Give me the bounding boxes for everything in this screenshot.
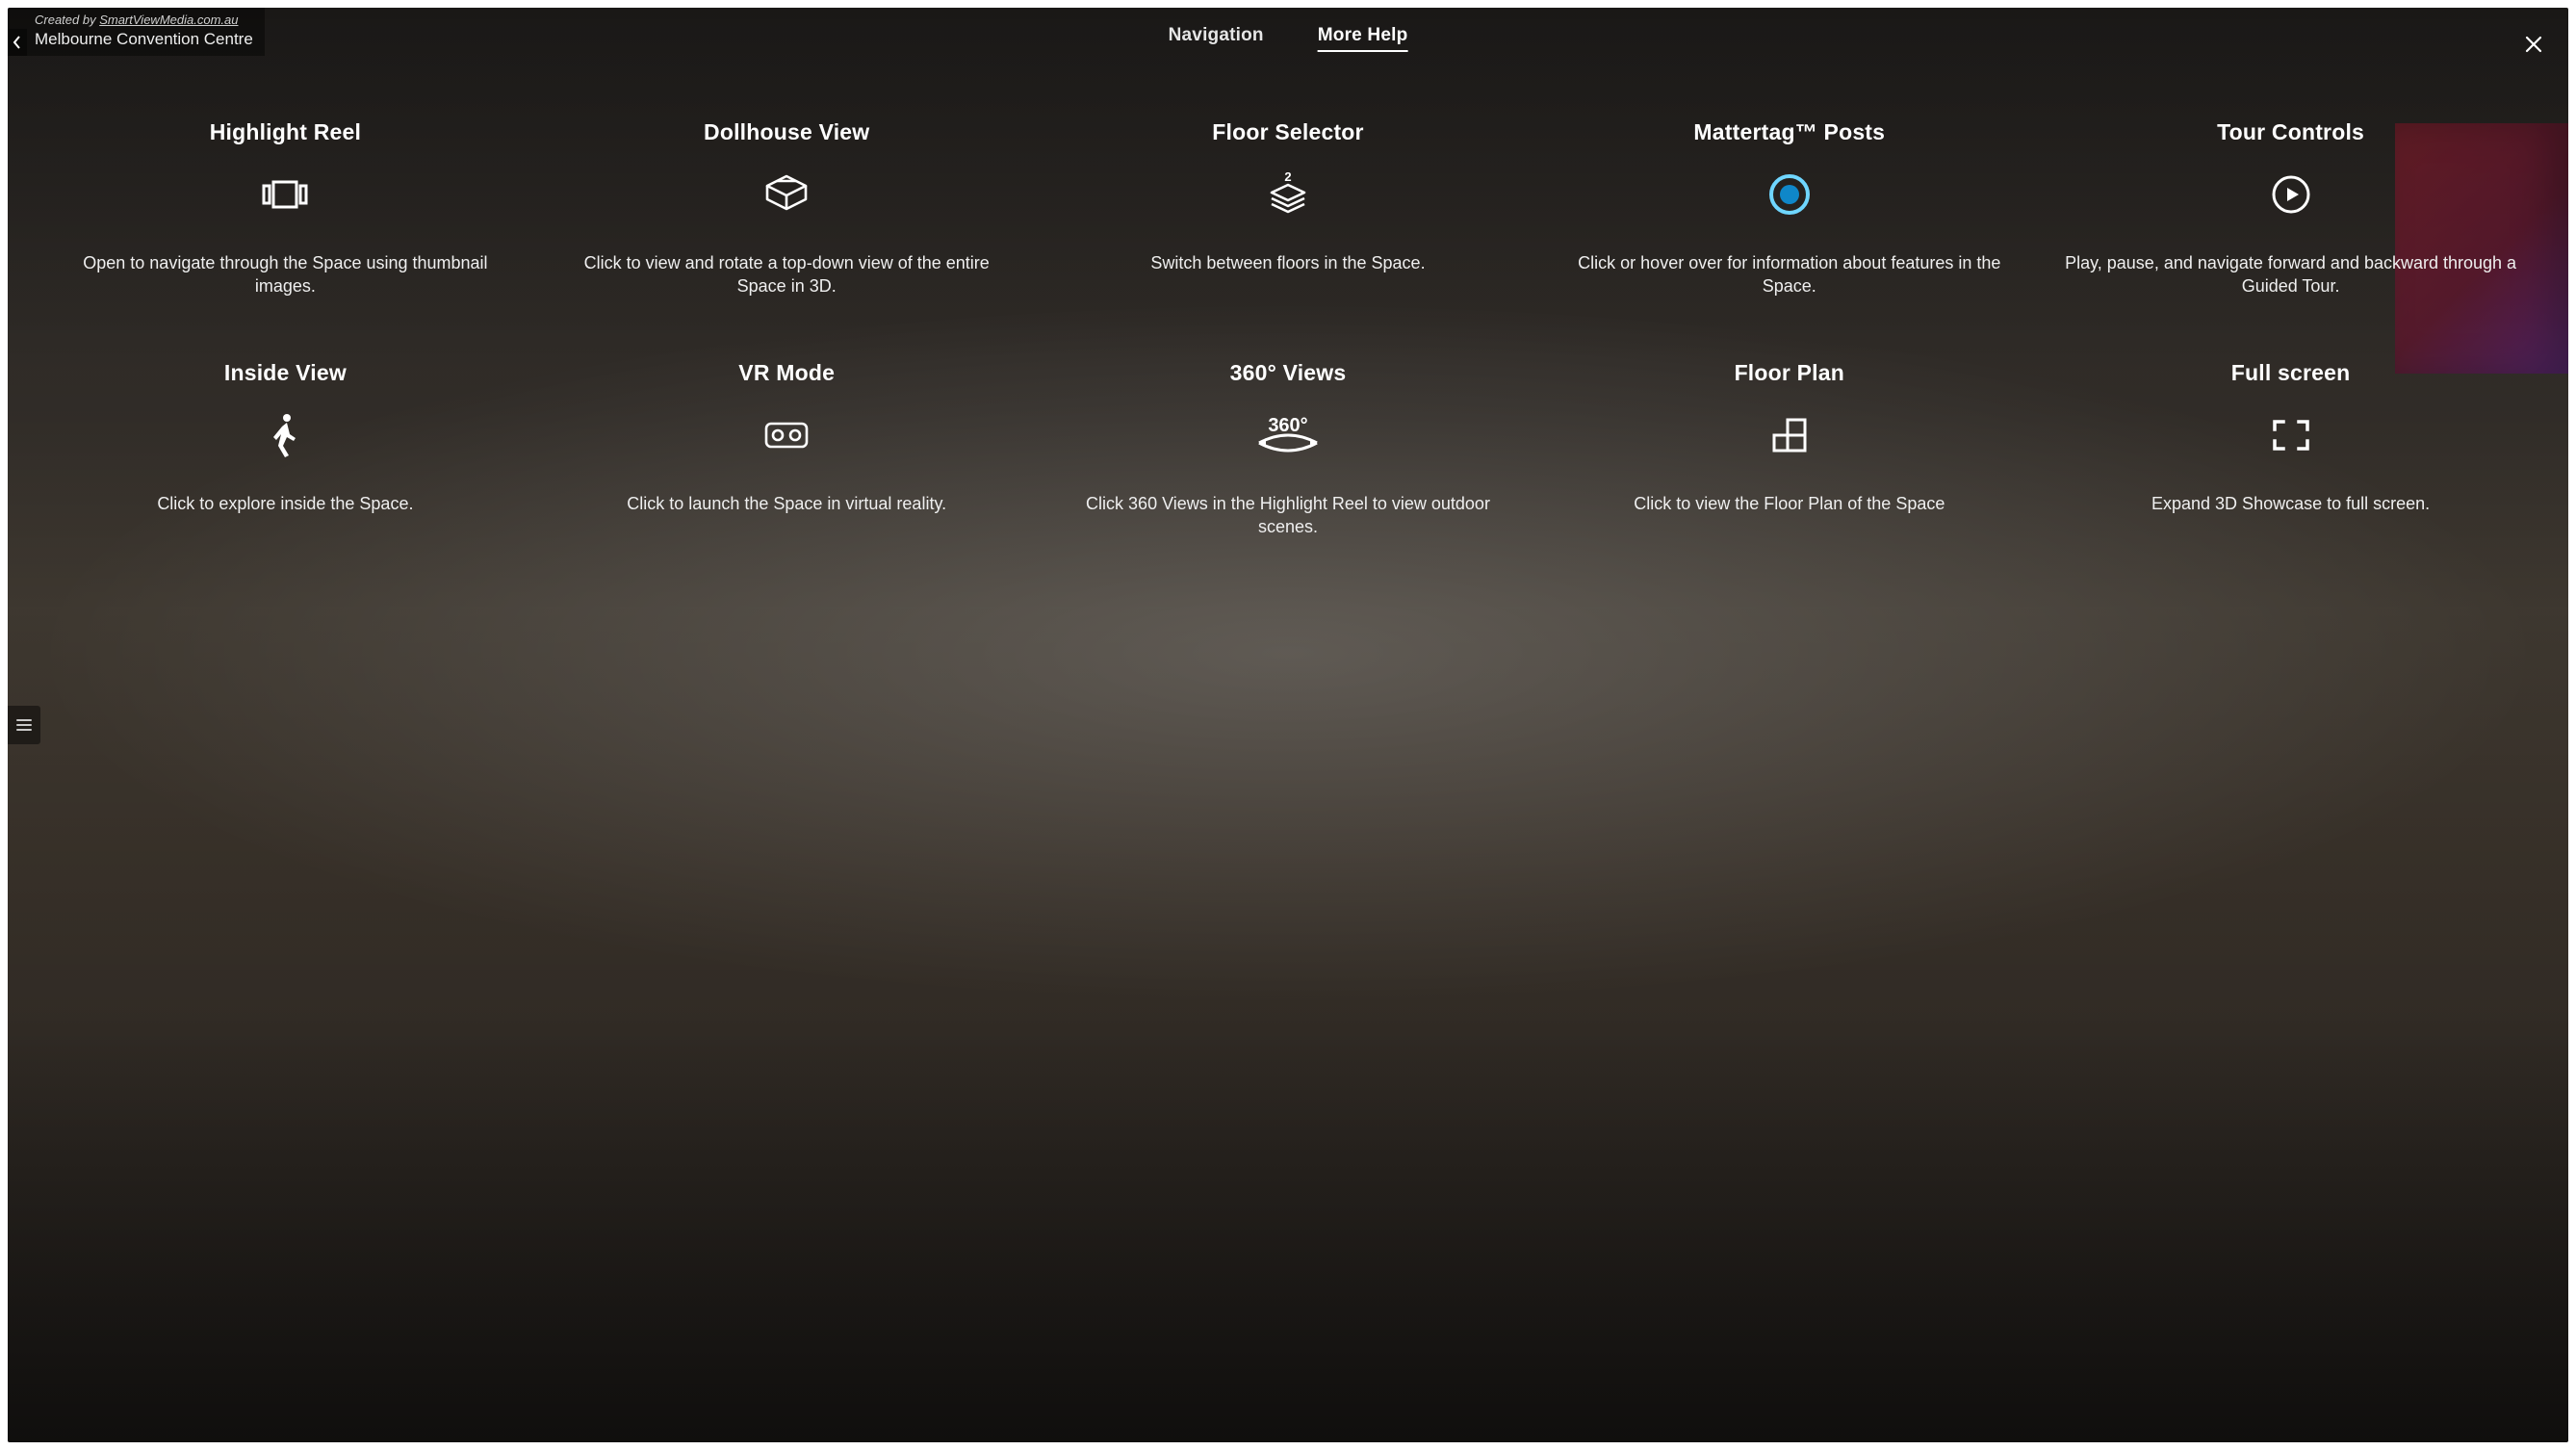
card-full-screen: Full screen Expand 3D Showcase to full s… — [2051, 352, 2530, 547]
back-button[interactable] — [8, 29, 27, 56]
card-mattertag-posts: Mattertag™ Posts Click or hover over for… — [1550, 112, 2028, 306]
panel-toggle-button[interactable] — [8, 706, 40, 744]
help-tabs: Navigation More Help — [1169, 25, 1408, 52]
card-floor-selector: Floor Selector 2 Switch between floors i… — [1049, 112, 1528, 306]
svg-text:2: 2 — [1284, 171, 1291, 184]
card-desc: Switch between floors in the Space. — [1053, 251, 1524, 274]
card-desc: Play, pause, and navigate forward and ba… — [2055, 251, 2526, 298]
card-desc: Click to launch the Space in virtual rea… — [552, 492, 1022, 515]
mattertag-icon — [1554, 167, 2024, 222]
floor-plan-icon — [1554, 407, 2024, 463]
space-title: Melbourne Convention Centre — [35, 29, 253, 51]
card-floor-plan: Floor Plan Click to view the Floor Plan … — [1550, 352, 2028, 547]
close-button[interactable] — [2520, 31, 2547, 58]
card-desc: Click to view the Floor Plan of the Spac… — [1554, 492, 2024, 515]
card-title: Full screen — [2055, 360, 2526, 386]
card-desc: Click 360 Views in the Highlight Reel to… — [1053, 492, 1524, 539]
card-title: Dollhouse View — [552, 119, 1022, 145]
card-tour-controls: Tour Controls Play, pause, and navigate … — [2051, 112, 2530, 306]
walking-person-icon — [50, 407, 521, 463]
card-title: Floor Selector — [1053, 119, 1524, 145]
card-title: Tour Controls — [2055, 119, 2526, 145]
credit-prefix: Created by — [35, 13, 99, 27]
credit-link[interactable]: SmartViewMedia.com.au — [99, 13, 238, 27]
credit-line: Created by SmartViewMedia.com.au — [35, 12, 253, 29]
card-desc: Click or hover over for information abou… — [1554, 251, 2024, 298]
card-dollhouse-view: Dollhouse View Click to view and rotate … — [548, 112, 1026, 306]
card-title: 360° Views — [1053, 360, 1524, 386]
fullscreen-icon — [2055, 407, 2526, 463]
card-title: Floor Plan — [1554, 360, 2024, 386]
card-360-views: 360° Views 360° Click 360 Views in the H… — [1049, 352, 1528, 547]
help-grid: Highlight Reel Open to navigate through … — [46, 112, 2530, 546]
tab-more-help[interactable]: More Help — [1318, 25, 1408, 52]
help-overlay: Created by SmartViewMedia.com.au Melbour… — [8, 8, 2568, 1442]
play-circle-icon — [2055, 167, 2526, 222]
card-highlight-reel: Highlight Reel Open to navigate through … — [46, 112, 525, 306]
dollhouse-icon — [552, 167, 1022, 222]
card-desc: Click to view and rotate a top-down view… — [552, 251, 1022, 298]
card-vr-mode: VR Mode Click to launch the Space in vir… — [548, 352, 1026, 547]
card-inside-view: Inside View Click to explore inside the … — [46, 352, 525, 547]
card-title: VR Mode — [552, 360, 1022, 386]
card-desc: Click to explore inside the Space. — [50, 492, 521, 515]
tab-navigation[interactable]: Navigation — [1169, 25, 1264, 52]
card-title: Highlight Reel — [50, 119, 521, 145]
card-title: Mattertag™ Posts — [1554, 119, 2024, 145]
card-title: Inside View — [50, 360, 521, 386]
three-sixty-icon: 360° — [1053, 407, 1524, 463]
title-bar: Created by SmartViewMedia.com.au Melbour… — [8, 8, 265, 56]
filmstrip-icon — [50, 167, 521, 222]
floor-selector-icon: 2 — [1053, 167, 1524, 222]
card-desc: Expand 3D Showcase to full screen. — [2055, 492, 2526, 515]
card-desc: Open to navigate through the Space using… — [50, 251, 521, 298]
vr-headset-icon — [552, 407, 1022, 463]
svg-text:360°: 360° — [1268, 415, 1307, 436]
